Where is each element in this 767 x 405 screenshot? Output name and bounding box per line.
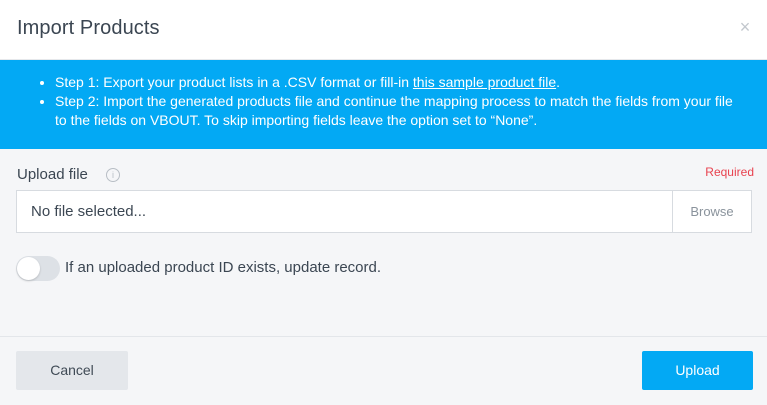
close-icon[interactable]: × bbox=[737, 18, 753, 36]
info-icon[interactable]: i bbox=[106, 168, 120, 182]
import-products-dialog: Import Products × Step 1: Export your pr… bbox=[0, 0, 767, 405]
instructions-list: Step 1: Export your product lists in a .… bbox=[38, 73, 747, 130]
step-1-text: Step 1: Export your product lists in a .… bbox=[55, 74, 413, 90]
dialog-header: Import Products × bbox=[0, 0, 767, 60]
sample-file-link[interactable]: this sample product file bbox=[413, 74, 556, 90]
step-1-end: . bbox=[556, 74, 560, 90]
file-upload-field[interactable]: No file selected... Browse bbox=[16, 190, 752, 233]
update-record-toggle[interactable] bbox=[16, 256, 60, 281]
step-1-item: Step 1: Export your product lists in a .… bbox=[55, 73, 747, 92]
dialog-title: Import Products bbox=[17, 17, 160, 39]
update-record-label: If an uploaded product ID exists, update… bbox=[65, 259, 382, 276]
step-2-item: Step 2: Import the generated products fi… bbox=[55, 92, 747, 130]
toggle-knob bbox=[17, 257, 40, 280]
file-name-display: No file selected... bbox=[31, 203, 147, 220]
instructions-banner: Step 1: Export your product lists in a .… bbox=[0, 60, 767, 149]
upload-button[interactable]: Upload bbox=[642, 351, 753, 390]
browse-button[interactable]: Browse bbox=[672, 191, 751, 232]
upload-file-label: Upload file bbox=[17, 166, 88, 183]
cancel-button[interactable]: Cancel bbox=[16, 351, 128, 390]
footer-divider bbox=[0, 336, 767, 337]
required-indicator: Required bbox=[705, 165, 754, 179]
